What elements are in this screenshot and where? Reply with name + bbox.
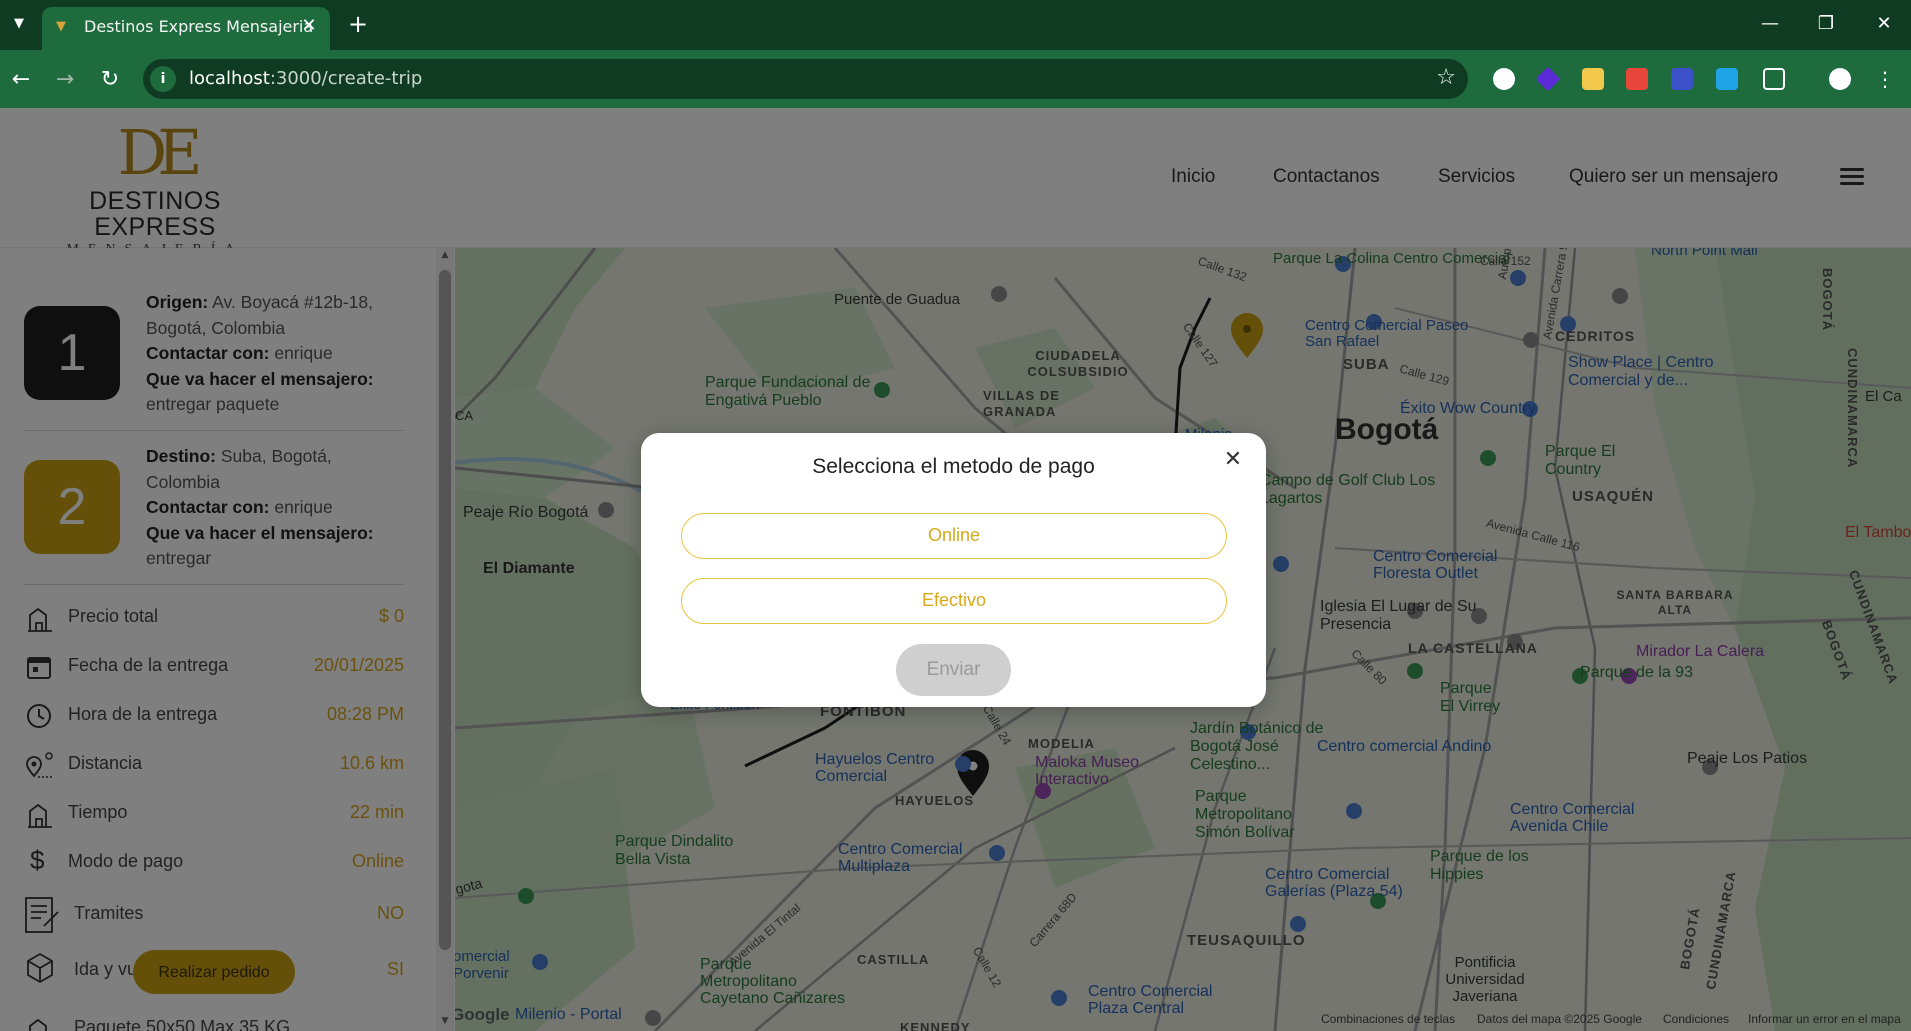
enviar-button[interactable]: Enviar bbox=[896, 644, 1011, 696]
back-icon[interactable]: ← bbox=[6, 65, 36, 95]
favicon-icon: ▼ bbox=[56, 19, 66, 34]
profile-icon[interactable] bbox=[1829, 68, 1851, 90]
extensions-puzzle-icon[interactable] bbox=[1763, 68, 1785, 90]
extension-4-icon[interactable] bbox=[1626, 68, 1648, 90]
reload-icon[interactable]: ↻ bbox=[95, 65, 125, 95]
payment-method-modal: Selecciona el metodo de pago ✕ Online Ef… bbox=[641, 433, 1266, 707]
forward-icon[interactable]: → bbox=[50, 65, 80, 95]
tab-search-chevron-icon[interactable]: ▼ bbox=[8, 12, 30, 36]
close-tab-icon[interactable]: ✕ bbox=[298, 15, 320, 37]
browser-tab[interactable]: ▼ Destinos Express Mensajeria ✕ bbox=[42, 7, 330, 50]
online-option-button[interactable]: Online bbox=[681, 513, 1227, 559]
extension-5-icon[interactable] bbox=[1671, 68, 1693, 90]
bookmark-star-icon[interactable]: ☆ bbox=[1436, 65, 1456, 90]
modal-title: Selecciona el metodo de pago bbox=[812, 455, 1095, 478]
restore-icon[interactable]: ❐ bbox=[1806, 10, 1846, 38]
efectivo-option-button[interactable]: Efectivo bbox=[681, 578, 1227, 624]
tab-title: Destinos Express Mensajeria bbox=[84, 17, 314, 36]
minimize-icon[interactable]: — bbox=[1750, 10, 1790, 38]
extension-2-icon[interactable] bbox=[1535, 66, 1561, 92]
browser-tab-bar: ▼ ▼ Destinos Express Mensajeria ✕ + — ❐ … bbox=[0, 0, 1911, 50]
url-field[interactable]: i localhost:3000/create-trip ☆ bbox=[143, 59, 1468, 99]
extension-6-icon[interactable] bbox=[1716, 68, 1738, 90]
browser-menu-icon[interactable]: ⋮ bbox=[1870, 64, 1900, 94]
site-info-icon[interactable]: i bbox=[150, 66, 176, 92]
address-bar-row: ← → ↻ i localhost:3000/create-trip ☆ ⋮ bbox=[0, 50, 1911, 108]
close-window-icon[interactable]: ✕ bbox=[1864, 10, 1904, 38]
extension-3-icon[interactable] bbox=[1582, 68, 1604, 90]
close-icon[interactable]: ✕ bbox=[1220, 447, 1246, 473]
new-tab-icon[interactable]: + bbox=[344, 11, 372, 39]
url-text: localhost:3000/create-trip bbox=[189, 68, 423, 89]
extension-1-icon[interactable] bbox=[1493, 68, 1515, 90]
